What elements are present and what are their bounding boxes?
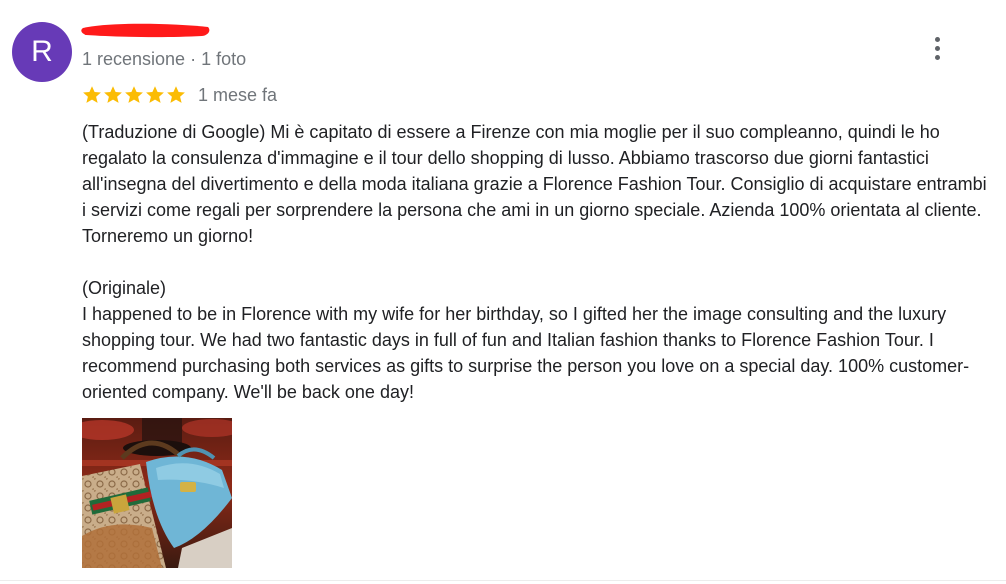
original-label: (Originale) [82, 278, 167, 298]
star-icon [167, 86, 185, 103]
divider [0, 580, 1006, 581]
star-icon [125, 86, 143, 103]
review-text: (Traduzione di Google) Mi è capitato di … [82, 119, 992, 405]
review-photo[interactable] [82, 418, 232, 568]
star-rating [82, 85, 186, 105]
avatar-letter: R [31, 35, 53, 68]
reviewer-meta[interactable]: 1 recensione · 1 foto [82, 49, 246, 70]
translated-review-text: (Traduzione di Google) Mi è capitato di … [82, 122, 987, 246]
menu-dot [934, 45, 940, 51]
star-icon [104, 86, 122, 103]
star-icon [146, 86, 164, 103]
redacted-reviewer-name [81, 23, 210, 38]
original-review-text: I happened to be in Florence with my wif… [82, 304, 970, 402]
rating-row: 1 mese fa [82, 83, 277, 107]
review-time: 1 mese fa [198, 84, 278, 105]
more-options-icon[interactable] [922, 32, 952, 64]
reviewer-avatar[interactable]: R [12, 22, 72, 82]
star-icon [83, 86, 101, 103]
review-card: R 1 recensione · 1 foto 1 mese fa (Tradu… [0, 0, 1006, 584]
menu-dot [934, 36, 940, 42]
menu-dot [934, 54, 940, 60]
handbags-photo-image [82, 418, 232, 568]
